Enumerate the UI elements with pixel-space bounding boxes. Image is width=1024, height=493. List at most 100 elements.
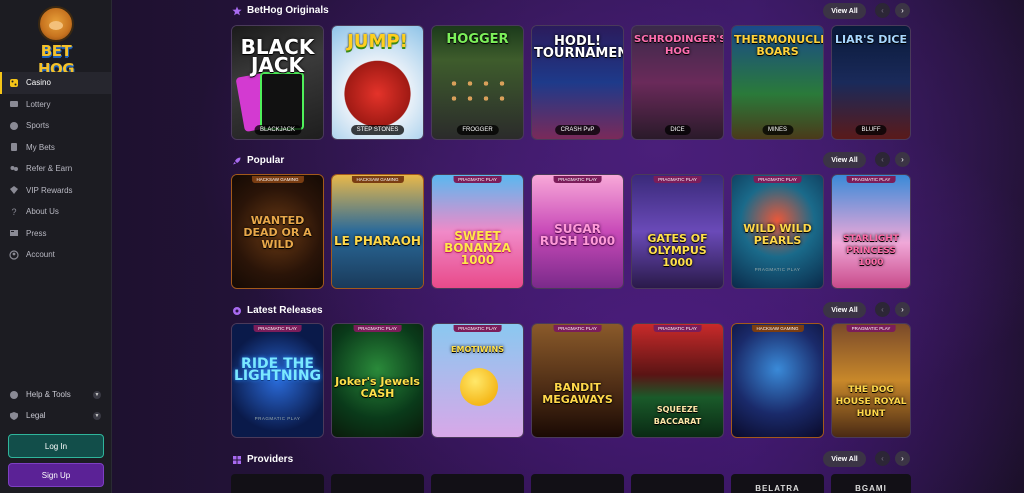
view-all-originals-button[interactable]: View All [823,3,866,19]
game-card-sugar-rush[interactable]: PRAGMATIC PLAY SUGAR RUSH 1000 [531,174,624,289]
section-title-text: Providers [247,454,294,465]
sidebar-item-sports[interactable]: Sports [0,115,111,137]
provider-badge: PRAGMATIC PLAY [846,325,896,332]
press-icon [9,228,19,238]
game-card-emotiwins[interactable]: PRAGMATIC PLAY EMOTIWINS [431,323,524,438]
section-title-providers: Providers [232,454,293,465]
sidebar-bottom: Help & Tools ▼ Legal ▼ [0,384,111,426]
prev-arrow-icon[interactable]: ‹ [875,3,890,18]
sidebar-item-press[interactable]: Press [0,223,111,245]
prev-arrow-icon[interactable]: ‹ [875,152,890,167]
sidebar-item-account[interactable]: Account [0,244,111,266]
provider-badge: PRAGMATIC PLAY [453,176,502,183]
game-card-dog-house[interactable]: PRAGMATIC PLAY THE DOG HOUSE ROYAL HUNT [831,323,911,438]
sports-icon [9,121,19,131]
provider-tile[interactable] [631,474,724,493]
game-card-wild-wild-pearls[interactable]: PRAGMATIC PLAY WILD WILD PEARLS PRAGMATI… [731,174,824,289]
game-card-jokers-jewels[interactable]: PRAGMATIC PLAY Joker's Jewels CASH [331,323,424,438]
next-arrow-icon[interactable]: › [895,451,910,466]
game-card-squeeze-baccarat[interactable]: PRAGMATIC PLAY SQUEEZE BACCARAT [631,323,724,438]
game-card-ride-the-lightning[interactable]: PRAGMATIC PLAY RIDE THE LIGHTNING PRAGMA… [231,323,324,438]
hog-mascot-icon [38,6,74,42]
game-card-frogger[interactable]: HOGGER FROGGER [431,25,524,140]
game-title: EMOTIWINS [451,345,504,354]
sidebar-item-label: About Us [26,207,59,217]
game-title: RIDE THE LIGHTNING [234,356,322,384]
legal-menu[interactable]: Legal ▼ [0,405,111,426]
help-tools-menu[interactable]: Help & Tools ▼ [0,384,111,405]
game-title: THE DOG HOUSE ROYAL HUNT [835,385,907,419]
game-card-starlight-princess[interactable]: PRAGMATIC PLAY STARLIGHT PRINCESS 1000 [831,174,911,289]
game-card-wanted[interactable]: HACKSAW GAMING WANTED DEAD OR A WILD [231,174,324,289]
game-card-step-stones[interactable]: JUMP! STEP STONES [331,25,424,140]
section-title-latest: Latest Releases [232,305,323,316]
game-card-gates-of-olympus[interactable]: PRAGMATIC PLAY GATES OF OLYMPUS 1000 [631,174,724,289]
provider-tile[interactable] [531,474,624,493]
next-arrow-icon[interactable]: › [895,302,910,317]
game-art [832,324,910,437]
provider-tile[interactable]: BELATRA [731,474,824,493]
latest-row: PRAGMATIC PLAY RIDE THE LIGHTNING PRAGMA… [118,323,1024,438]
provider-badge: PRAGMATIC PLAY [353,325,402,332]
provider-tile[interactable] [231,474,324,493]
game-label: FROGGER [456,125,499,135]
provider-sub: PRAGMATIC PLAY [754,267,801,272]
sidebar-item-lottery[interactable]: Lottery [0,94,111,116]
next-arrow-icon[interactable]: › [895,152,910,167]
view-all-providers-button[interactable]: View All [823,451,866,467]
sidebar-item-my-bets[interactable]: My Bets [0,137,111,159]
game-title: SWEET BONANZA 1000 [444,229,511,267]
provider-tile[interactable] [431,474,524,493]
game-card-mines[interactable]: THERMONUCLEAR BOARS MINES [731,25,824,140]
provider-badge: HACKSAW GAMING [751,325,804,332]
game-card-blackjack[interactable]: BLACK JACK BLACKJACK [231,25,324,140]
game-card-dice[interactable]: SCHRODINGER'S HOG DICE [631,25,724,140]
view-all-latest-button[interactable]: View All [823,302,866,318]
game-card-genie[interactable]: HACKSAW GAMING [731,323,824,438]
game-card-crash-pvp[interactable]: HODL! TOURNAMENT CRASH PvP [531,25,624,140]
game-card-bluff[interactable]: LIAR'S DICE BLUFF [831,25,911,140]
vip-icon [9,185,19,195]
section-title-text: Latest Releases [247,305,323,316]
sidebar-item-vip[interactable]: VIP Rewards [0,180,111,202]
game-title: STARLIGHT PRINCESS 1000 [843,234,899,268]
sidebar-item-label: Lottery [26,99,51,109]
login-button[interactable]: Log In [8,434,104,458]
card-decoration [260,72,304,130]
rocket-icon [232,156,242,166]
provider-tile[interactable] [331,474,424,493]
game-title: LE PHARAOH [334,234,421,248]
section-title-text: BetHog Originals [247,5,329,16]
sidebar-item-about[interactable]: ? About Us [0,201,111,223]
next-arrow-icon[interactable]: › [895,3,910,18]
game-title: SCHRODINGER'S HOG [634,34,724,57]
game-label: CRASH PvP [554,125,601,135]
game-title: WILD WILD PEARLS [743,222,812,247]
prev-arrow-icon[interactable]: ‹ [875,302,890,317]
shield-icon [9,411,19,421]
game-label: STEP STONES [350,125,405,135]
popular-row: HACKSAW GAMING WANTED DEAD OR A WILD HAC… [118,174,1024,289]
help-tools-label: Help & Tools [26,390,71,399]
sidebar-item-label: Casino [26,78,51,88]
sidebar-item-casino[interactable]: Casino [0,72,111,94]
signup-button[interactable]: Sign Up [8,463,104,487]
provider-tile[interactable]: BGAMI [831,474,911,493]
view-all-popular-button[interactable]: View All [823,152,866,168]
bethog-logo[interactable]: BET HOG [22,6,90,78]
sidebar-item-refer[interactable]: Refer & Earn [0,158,111,180]
sidebar-item-label: VIP Rewards [26,185,73,195]
star-icon [232,6,242,16]
game-title: LIAR'S DICE [834,33,907,46]
provider-badge: PRAGMATIC PLAY [653,176,702,183]
game-card-le-pharaoh[interactable]: HACKSAW GAMING LE PHARAOH [331,174,424,289]
game-title: SUGAR RUSH 1000 [539,222,616,248]
sidebar-item-label: Account [26,250,55,260]
game-card-sweet-bonanza[interactable]: PRAGMATIC PLAY SWEET BONANZA 1000 [431,174,524,289]
sidebar-nav: Casino Lottery Sports My Bets Refer & Ea… [0,72,111,266]
provider-badge: PRAGMATIC PLAY [846,176,896,183]
game-card-bandit-megaways[interactable]: PRAGMATIC PLAY BANDIT MEGAWAYS [531,323,624,438]
game-title: THERMONUCLEAR BOARS [734,33,823,58]
prev-arrow-icon[interactable]: ‹ [875,451,890,466]
provider-badge: HACKSAW GAMING [351,176,404,183]
